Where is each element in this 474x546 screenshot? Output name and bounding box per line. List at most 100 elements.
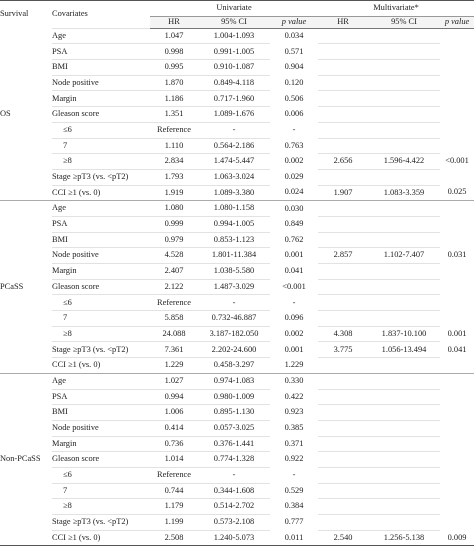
covariate-label: ≤6 — [52, 121, 150, 138]
univariate-ci-cell: 0.849-4.118 — [198, 74, 270, 91]
covariate-label: PSA — [52, 43, 150, 60]
univariate-ci-cell: 0.994-1.005 — [198, 215, 270, 233]
univariate-pvalue-cell: 0.923 — [284, 407, 304, 417]
table-row: Margin 2.407 1.038-5.580 0.041 — [0, 263, 474, 280]
table-row: Stage ≥pT3 (vs. <pT2) 1.793 1.063-3.024 0.0… — [0, 168, 474, 186]
header-survival: Survival — [0, 0, 52, 29]
multivariate-pvalue-cell — [440, 60, 474, 76]
covariate-label: Node positive — [52, 74, 150, 91]
univariate-hr-cell: Reference — [150, 466, 198, 484]
multivariate-pvalue-cell: 0.009 — [440, 530, 474, 546]
table-row: Stage ≥pT3 (vs. <pT2) 7.361 2.202-24.600 0.… — [0, 341, 474, 358]
multivariate-ci-cell — [368, 294, 441, 311]
multivariate-ci-cell — [368, 372, 441, 389]
univariate-hr-cell: 1.870 — [150, 74, 198, 91]
multivariate-hr-cell: 2.656 — [318, 153, 369, 170]
multivariate-hr-cell — [318, 43, 369, 60]
univariate-pvalue-cell: 0.506 — [284, 93, 304, 103]
multivariate-ci-cell: 1.083-3.359 — [368, 184, 441, 202]
multivariate-hr-cell — [318, 263, 369, 280]
univariate-ci-cell: 0.717-1.960 — [198, 90, 270, 107]
table-row: Non-PCaSS Age 1.027 0.974-1.083 0.330 — [0, 372, 474, 546]
multivariate-ci-cell — [368, 43, 441, 60]
multivariate-ci-cell: 1.256-5.138 — [368, 529, 441, 546]
multivariate-hr-cell — [318, 388, 369, 405]
multivariate-ci-cell — [368, 121, 441, 138]
univariate-ci-cell: 1.080-1.158 — [198, 200, 270, 217]
univariate-ci-cell: 0.564-2.186 — [198, 137, 270, 154]
table-row: Gleason score 1.014 0.774-1.328 0.922 — [0, 451, 474, 468]
univariate-pvalue-cell: 0.034 — [284, 31, 304, 41]
univariate-hr-cell: 2.508 — [150, 529, 198, 546]
covariate-label: 7 — [52, 482, 150, 499]
univariate-hr-cell: 1.080 — [150, 200, 198, 217]
covariate-label: ≤6 — [52, 466, 150, 484]
multivariate-hr-cell — [318, 310, 369, 327]
covariate-label: BMI — [52, 59, 150, 76]
multivariate-pvalue-cell — [440, 279, 474, 295]
multivariate-ci-cell — [368, 278, 441, 295]
univariate-pvalue-cell: 0.763 — [284, 140, 304, 150]
univariate-pvalue-cell: - — [292, 124, 296, 134]
multivariate-ci-cell — [368, 137, 441, 154]
multivariate-ci-cell — [368, 59, 441, 76]
univariate-pvalue-cell: 0.371 — [284, 438, 304, 448]
univariate-hr-cell: 0.736 — [150, 435, 198, 452]
table-row: 7 0.744 0.344-1.608 0.529 — [0, 482, 474, 499]
multivariate-pvalue-cell — [440, 295, 474, 311]
univariate-pvalue-cell: 0.330 — [284, 376, 304, 386]
multivariate-ci-cell: 1.056-13.494 — [368, 341, 441, 358]
covariate-label: PSA — [52, 388, 150, 405]
univariate-hr-cell: 1.179 — [150, 498, 198, 515]
covariate-label: PSA — [52, 215, 150, 233]
covariate-label: Stage ≥pT3 (vs. <pT2) — [52, 514, 150, 531]
univariate-pvalue-cell: 0.922 — [284, 454, 304, 464]
multivariate-hr-cell — [318, 294, 369, 311]
table-row: CCI ≥1 (vs. 0) 1.919 1.089-3.380 0.024 1.907… — [0, 184, 474, 202]
multivariate-hr-cell — [318, 435, 369, 452]
covariate-label: 7 — [52, 137, 150, 154]
univariate-pvalue-cell: 0.030 — [284, 203, 304, 213]
header-covariates: Covariates — [52, 0, 150, 29]
multivariate-pvalue-cell — [440, 232, 474, 248]
univariate-hr-cell: 0.979 — [150, 231, 198, 248]
univariate-ci-cell: 0.774-1.328 — [198, 451, 270, 468]
univariate-ci-cell: 0.910-1.087 — [198, 59, 270, 76]
univariate-hr-cell: Reference — [150, 121, 198, 138]
covariate-label: ≤6 — [52, 294, 150, 311]
header-univariate-ci: 95% CI — [198, 16, 270, 29]
multivariate-pvalue-cell — [440, 201, 474, 217]
multivariate-ci-cell — [368, 498, 441, 515]
covariate-label: BMI — [52, 404, 150, 421]
table-row: PSA 0.999 0.994-1.005 0.849 — [0, 215, 474, 233]
table-row: BMI 1.006 0.895-1.130 0.923 — [0, 404, 474, 421]
univariate-ci-cell: 0.057-3.025 — [198, 419, 270, 437]
multivariate-ci-cell — [368, 466, 441, 484]
covariate-label: 7 — [52, 310, 150, 327]
multivariate-pvalue-cell — [440, 499, 474, 515]
multivariate-hr-cell — [318, 419, 369, 437]
univariate-hr-cell: Reference — [150, 294, 198, 311]
univariate-ci-cell: 0.895-1.130 — [198, 404, 270, 421]
covariate-label: Age — [52, 200, 150, 217]
multivariate-pvalue-cell — [440, 357, 474, 374]
multivariate-ci-cell — [368, 74, 441, 91]
univariate-pvalue-cell: 0.120 — [284, 77, 304, 87]
univariate-ci-cell: 0.980-1.009 — [198, 388, 270, 405]
multivariate-ci-cell — [368, 231, 441, 248]
multivariate-hr-cell — [318, 59, 369, 76]
multivariate-ci-cell — [368, 168, 441, 186]
multivariate-hr-cell: 4.308 — [318, 325, 369, 342]
univariate-pvalue-cell: 0.011 — [270, 530, 319, 546]
multivariate-pvalue-cell: <0.001 — [445, 156, 469, 166]
covariate-label: Stage ≥pT3 (vs. <pT2) — [52, 341, 150, 358]
univariate-hr-cell: 4.528 — [150, 247, 198, 264]
multivariate-hr-cell — [318, 121, 369, 138]
univariate-pvalue-cell: 0.024 — [270, 185, 319, 202]
univariate-ci-cell: 1.089-3.380 — [198, 184, 270, 202]
multivariate-hr-cell — [318, 404, 369, 421]
multivariate-hr-cell — [318, 466, 369, 484]
univariate-ci-cell: 2.202-24.600 — [198, 341, 270, 358]
multivariate-ci-cell — [368, 451, 441, 468]
multivariate-pvalue-cell — [440, 91, 474, 107]
